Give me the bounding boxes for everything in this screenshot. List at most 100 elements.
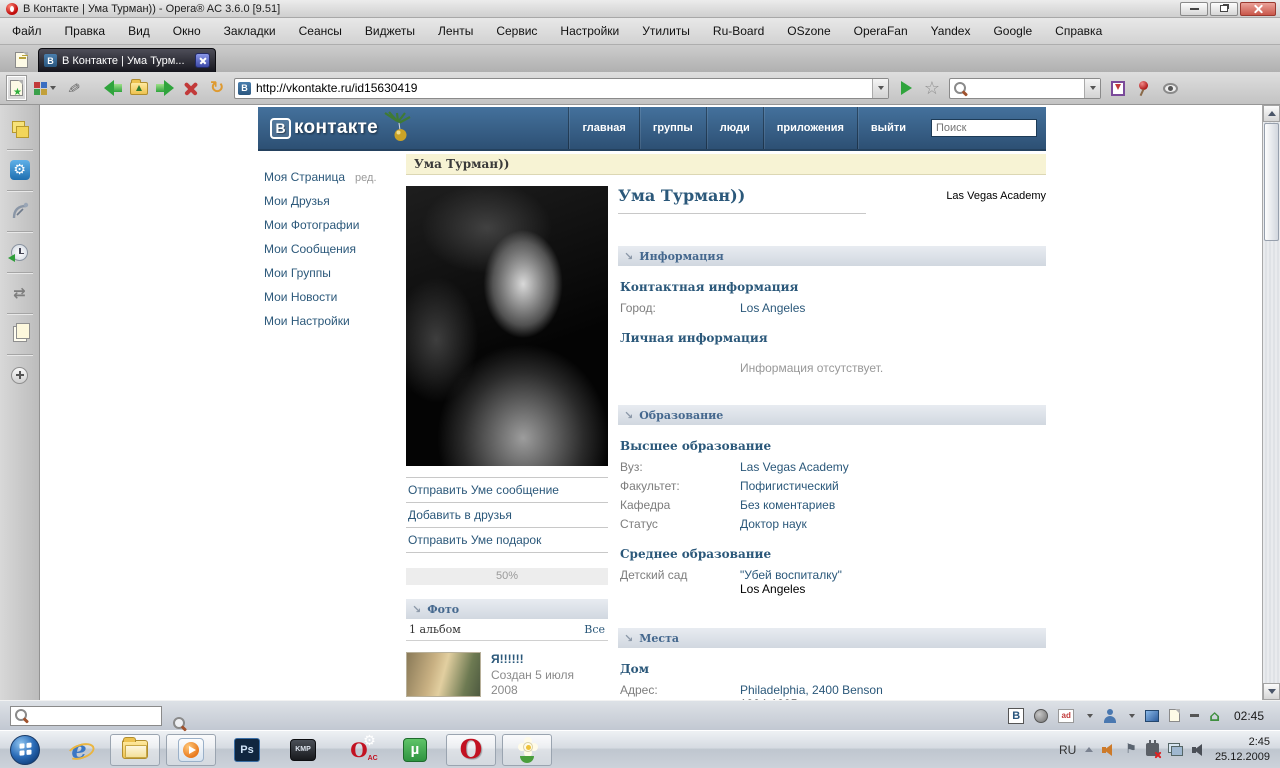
search-input[interactable] xyxy=(968,81,1084,95)
search-engine-dropdown[interactable] xyxy=(1084,79,1100,98)
taskbar-item-opera-ac[interactable]: OAC xyxy=(334,734,384,766)
scroll-down-button[interactable] xyxy=(1263,683,1280,700)
notes-panel-button[interactable] xyxy=(7,117,33,141)
menu-bookmarks[interactable]: Закладки xyxy=(224,24,276,38)
faculty-value-link[interactable]: Пофигистический xyxy=(740,479,839,493)
widgets-panel-button[interactable] xyxy=(7,158,33,182)
scrollbar-track[interactable] xyxy=(1263,242,1280,683)
action-center-flag-icon[interactable] xyxy=(1125,742,1137,757)
minimize-button[interactable] xyxy=(1180,2,1208,16)
document-icon[interactable] xyxy=(1169,709,1180,722)
sidebar-item-my-news[interactable]: Мои Новости xyxy=(258,285,406,309)
back-button[interactable] xyxy=(104,76,122,100)
address-value-link[interactable]: Philadelphia, 2400 Benson xyxy=(740,683,883,697)
status-value-link[interactable]: Доктор наук xyxy=(740,517,807,531)
add-panel-button[interactable] xyxy=(7,363,33,387)
taskbar-item-photoshop[interactable]: Ps xyxy=(222,734,272,766)
go-button[interactable] xyxy=(897,76,915,100)
chevron-down-icon[interactable] xyxy=(1087,714,1093,718)
vk-nav-home[interactable]: главная xyxy=(568,107,638,149)
close-button[interactable] xyxy=(1240,2,1276,16)
vk-search-input[interactable] xyxy=(931,119,1037,137)
sidebar-item-my-page[interactable]: Моя Страницаред. xyxy=(258,165,406,189)
power-plug-icon[interactable] xyxy=(1146,743,1159,756)
taskbar-item-explorer[interactable] xyxy=(110,734,160,766)
show-hidden-icons-button[interactable] xyxy=(1085,747,1093,752)
display-icon[interactable] xyxy=(1145,710,1159,722)
menu-sessions[interactable]: Сеансы xyxy=(299,24,342,38)
up-button[interactable] xyxy=(130,76,148,100)
menu-utilities[interactable]: Утилиты xyxy=(642,24,690,38)
vk-nav-groups[interactable]: группы xyxy=(639,107,706,149)
menu-widgets[interactable]: Виджеты xyxy=(365,24,415,38)
menu-feeds[interactable]: Ленты xyxy=(438,24,473,38)
university-value-link[interactable]: Las Vegas Academy xyxy=(740,460,849,474)
transfers-panel-button[interactable] xyxy=(7,281,33,305)
sidebar-item-my-photos[interactable]: Мои Фотографии xyxy=(258,213,406,237)
menu-file[interactable]: Файл xyxy=(12,24,42,38)
vk-logo[interactable]: В контакте xyxy=(270,111,413,145)
transfers-button[interactable] xyxy=(1109,76,1127,100)
vk-nav-apps[interactable]: приложения xyxy=(763,107,857,149)
view-button[interactable] xyxy=(1161,76,1179,100)
department-value-link[interactable]: Без коментариев xyxy=(740,498,835,512)
menu-tools[interactable]: Сервис xyxy=(496,24,537,38)
sidebar-item-my-messages[interactable]: Мои Сообщения xyxy=(258,237,406,261)
taskbar-item-flower-app[interactable] xyxy=(502,734,552,766)
menu-operafan[interactable]: OperaFan xyxy=(854,24,908,38)
language-indicator[interactable]: RU xyxy=(1059,743,1076,757)
menu-oszone[interactable]: OSzone xyxy=(787,24,830,38)
education-section-header[interactable]: Образование xyxy=(618,405,1046,425)
history-panel-button[interactable] xyxy=(7,240,33,264)
desk-search-input[interactable] xyxy=(29,709,161,723)
panels-toggle-button[interactable] xyxy=(7,76,26,100)
home-lamp-icon[interactable] xyxy=(1209,707,1220,725)
menu-yandex[interactable]: Yandex xyxy=(931,24,971,38)
vertical-scrollbar[interactable] xyxy=(1262,105,1280,700)
vk-nav-logout[interactable]: выйти xyxy=(857,107,919,149)
taskbar-item-opera[interactable]: O xyxy=(446,734,496,766)
address-input[interactable] xyxy=(256,80,872,97)
send-gift-link[interactable]: Отправить Уме подарок xyxy=(406,528,608,553)
forward-button[interactable] xyxy=(156,76,174,100)
photos-section-header[interactable]: Фото xyxy=(406,599,608,619)
pin-button[interactable] xyxy=(1135,76,1153,100)
menu-help[interactable]: Справка xyxy=(1055,24,1102,38)
sidebar-item-my-groups[interactable]: Мои Группы xyxy=(258,261,406,285)
send-message-link[interactable]: Отправить Уме сообщение xyxy=(406,478,608,503)
tray-clock[interactable]: 2:45 25.12.2009 xyxy=(1215,735,1270,765)
messenger-contact-icon[interactable] xyxy=(1103,709,1116,723)
scroll-up-button[interactable] xyxy=(1263,105,1280,122)
restore-button[interactable] xyxy=(1210,2,1238,16)
edit-link[interactable]: ред. xyxy=(355,172,376,184)
taskbar-item-media-player[interactable] xyxy=(166,734,216,766)
kindergarten-value-link[interactable]: "Убей воспиталку" xyxy=(740,568,842,582)
new-tab-button[interactable] xyxy=(4,48,38,72)
sidebar-item-my-settings[interactable]: Мои Настройки xyxy=(258,309,406,333)
tile-windows-button[interactable] xyxy=(34,76,56,100)
speaker-icon[interactable] xyxy=(1192,743,1206,756)
all-albums-link[interactable]: Все xyxy=(584,623,605,636)
info-section-header[interactable]: Информация xyxy=(618,246,1046,266)
menu-google[interactable]: Google xyxy=(993,24,1032,38)
vk-tray-icon[interactable]: B xyxy=(1008,708,1024,724)
city-value-link[interactable]: Los Angeles xyxy=(740,301,805,315)
album-title-link[interactable]: Я!!!!!! xyxy=(491,652,596,668)
taskbar-item-utorrent[interactable]: µ xyxy=(390,734,440,766)
volume-icon[interactable] xyxy=(1102,743,1116,756)
chevron-down-icon[interactable] xyxy=(1129,714,1135,718)
start-button[interactable] xyxy=(10,735,40,765)
menu-ru-board[interactable]: Ru-Board xyxy=(713,24,764,38)
vk-nav-people[interactable]: люди xyxy=(706,107,763,149)
windows-panel-button[interactable] xyxy=(7,322,33,346)
scrollbar-thumb[interactable] xyxy=(1264,123,1279,241)
add-friend-link[interactable]: Добавить в друзья xyxy=(406,503,608,528)
links-panel-button[interactable] xyxy=(7,199,33,223)
menu-window[interactable]: Окно xyxy=(173,24,201,38)
tab-close-button[interactable] xyxy=(195,53,210,68)
places-section-header[interactable]: Места xyxy=(618,628,1046,648)
network-icon[interactable] xyxy=(1168,743,1183,756)
reload-button[interactable] xyxy=(208,76,226,100)
sidebar-item-my-friends[interactable]: Мои Друзья xyxy=(258,189,406,213)
address-dropdown-button[interactable] xyxy=(872,79,888,98)
